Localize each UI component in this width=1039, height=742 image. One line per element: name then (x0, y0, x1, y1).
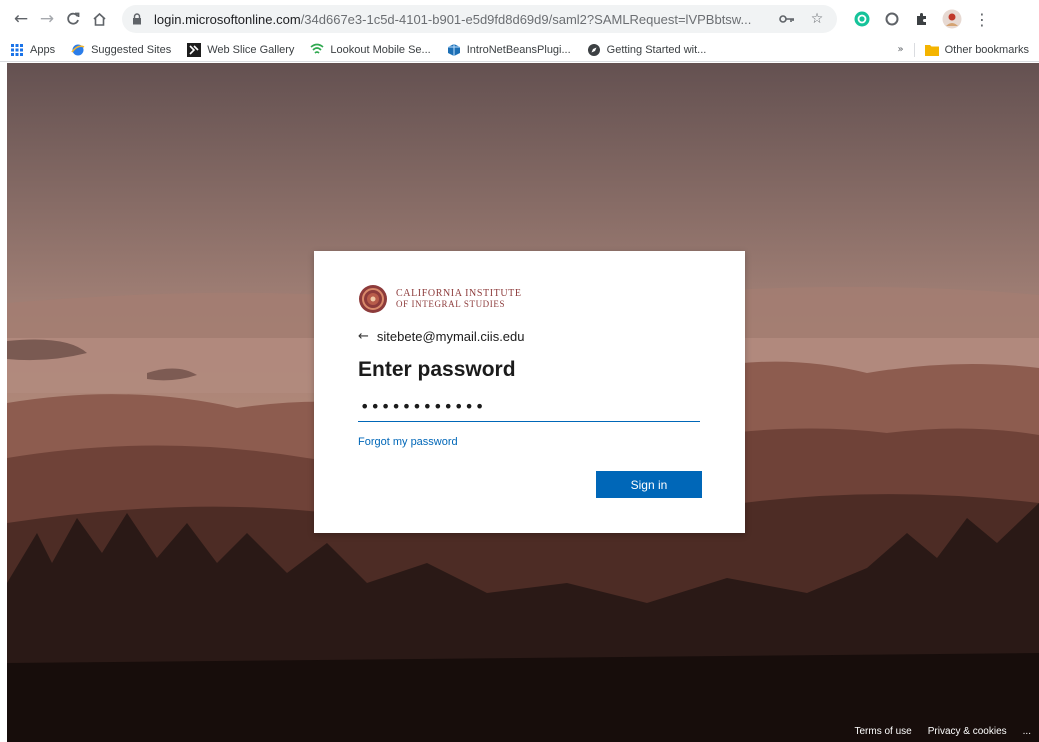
ciis-logo: California Institute of Integral Studies (358, 281, 701, 317)
star-icon[interactable]: ☆ (807, 9, 827, 29)
home-icon[interactable] (86, 6, 112, 32)
address-bar[interactable]: login.microsoftonline.com /34d667e3-1c5d… (122, 5, 837, 33)
browser-toolbar: ← → login.microsoftonline.com /34d667e3-… (0, 0, 1039, 38)
circle-extension-icon[interactable] (881, 8, 903, 30)
privacy-cookies-link[interactable]: Privacy & cookies (928, 726, 1007, 737)
footer-more-button[interactable]: ... (1023, 726, 1031, 737)
url-path: /34d667e3-1c5d-4101-b901-e5d9fd8d69d9/sa… (300, 11, 752, 27)
bookmark-apps[interactable]: Apps (10, 43, 55, 57)
bookmark-other-bookmarks[interactable]: Other bookmarks (924, 43, 1029, 57)
identity-banner: ← sitebete@mymail.ciis.edu (358, 329, 701, 344)
page-title: Enter password (358, 358, 516, 381)
bookmark-suggested-sites[interactable]: Suggested Sites (71, 43, 171, 57)
reload-icon[interactable] (60, 6, 86, 32)
bookmark-label: Web Slice Gallery (207, 43, 295, 56)
back-arrow-icon[interactable]: ← (8, 6, 34, 32)
terms-of-use-link[interactable]: Terms of use (854, 726, 911, 737)
bookmark-label: Suggested Sites (91, 43, 172, 56)
sign-in-card: California Institute of Integral Studies… (314, 251, 745, 533)
bookmark-lookout-mobile[interactable]: Lookout Mobile Se... (310, 43, 431, 57)
web-slice-icon (187, 42, 202, 57)
bookmarks-divider (913, 42, 915, 57)
bookmark-label: Apps (30, 43, 56, 56)
forward-arrow-icon[interactable]: → (34, 6, 60, 32)
apps-grid-icon (10, 43, 24, 57)
grammarly-extension-icon[interactable] (851, 8, 873, 30)
bookmark-getting-started[interactable]: Getting Started wit... (587, 43, 707, 57)
bookmark-label: Lookout Mobile Se... (330, 43, 431, 56)
password-field[interactable] (358, 392, 700, 422)
key-icon[interactable] (777, 9, 797, 29)
menu-dots-icon[interactable]: ⋮ (971, 8, 993, 30)
bookmark-label: IntroNetBeansPlugi... (466, 43, 571, 56)
netbeans-cube-icon (447, 43, 461, 57)
sign-in-button[interactable]: Sign in (596, 471, 702, 498)
page-left-edge (0, 63, 7, 742)
bookmarks-overflow-icon[interactable]: » (898, 44, 904, 55)
puzzle-extensions-icon[interactable] (911, 8, 933, 30)
bookmarks-bar: Apps Suggested Sites Web Slice Gallery L… (0, 38, 1039, 62)
compass-icon (587, 43, 601, 57)
account-email: sitebete@mymail.ciis.edu (376, 329, 525, 344)
lookout-shield-icon (310, 43, 324, 57)
folder-icon (924, 43, 939, 57)
bookmark-label: Other bookmarks (944, 43, 1029, 56)
forgot-password-link[interactable]: Forgot my password (358, 436, 458, 448)
logo-line-1: California Institute (396, 288, 522, 299)
bookmark-web-slice-gallery[interactable]: Web Slice Gallery (187, 42, 295, 57)
page-footer: Terms of use Privacy & cookies ... (838, 720, 1039, 742)
url-domain: login.microsoftonline.com (154, 11, 301, 27)
lock-icon (132, 13, 146, 25)
logo-line-2: of Integral Studies (396, 299, 506, 309)
logo-wordmark: California Institute of Integral Studies (396, 288, 522, 310)
avatar[interactable] (941, 8, 963, 30)
ciis-mandala-icon (359, 285, 387, 313)
ie-icon (71, 43, 85, 57)
bookmark-label: Getting Started wit... (606, 43, 707, 56)
bookmark-intronetbeans[interactable]: IntroNetBeansPlugi... (447, 43, 571, 57)
back-arrow-icon[interactable]: ← (358, 329, 369, 344)
